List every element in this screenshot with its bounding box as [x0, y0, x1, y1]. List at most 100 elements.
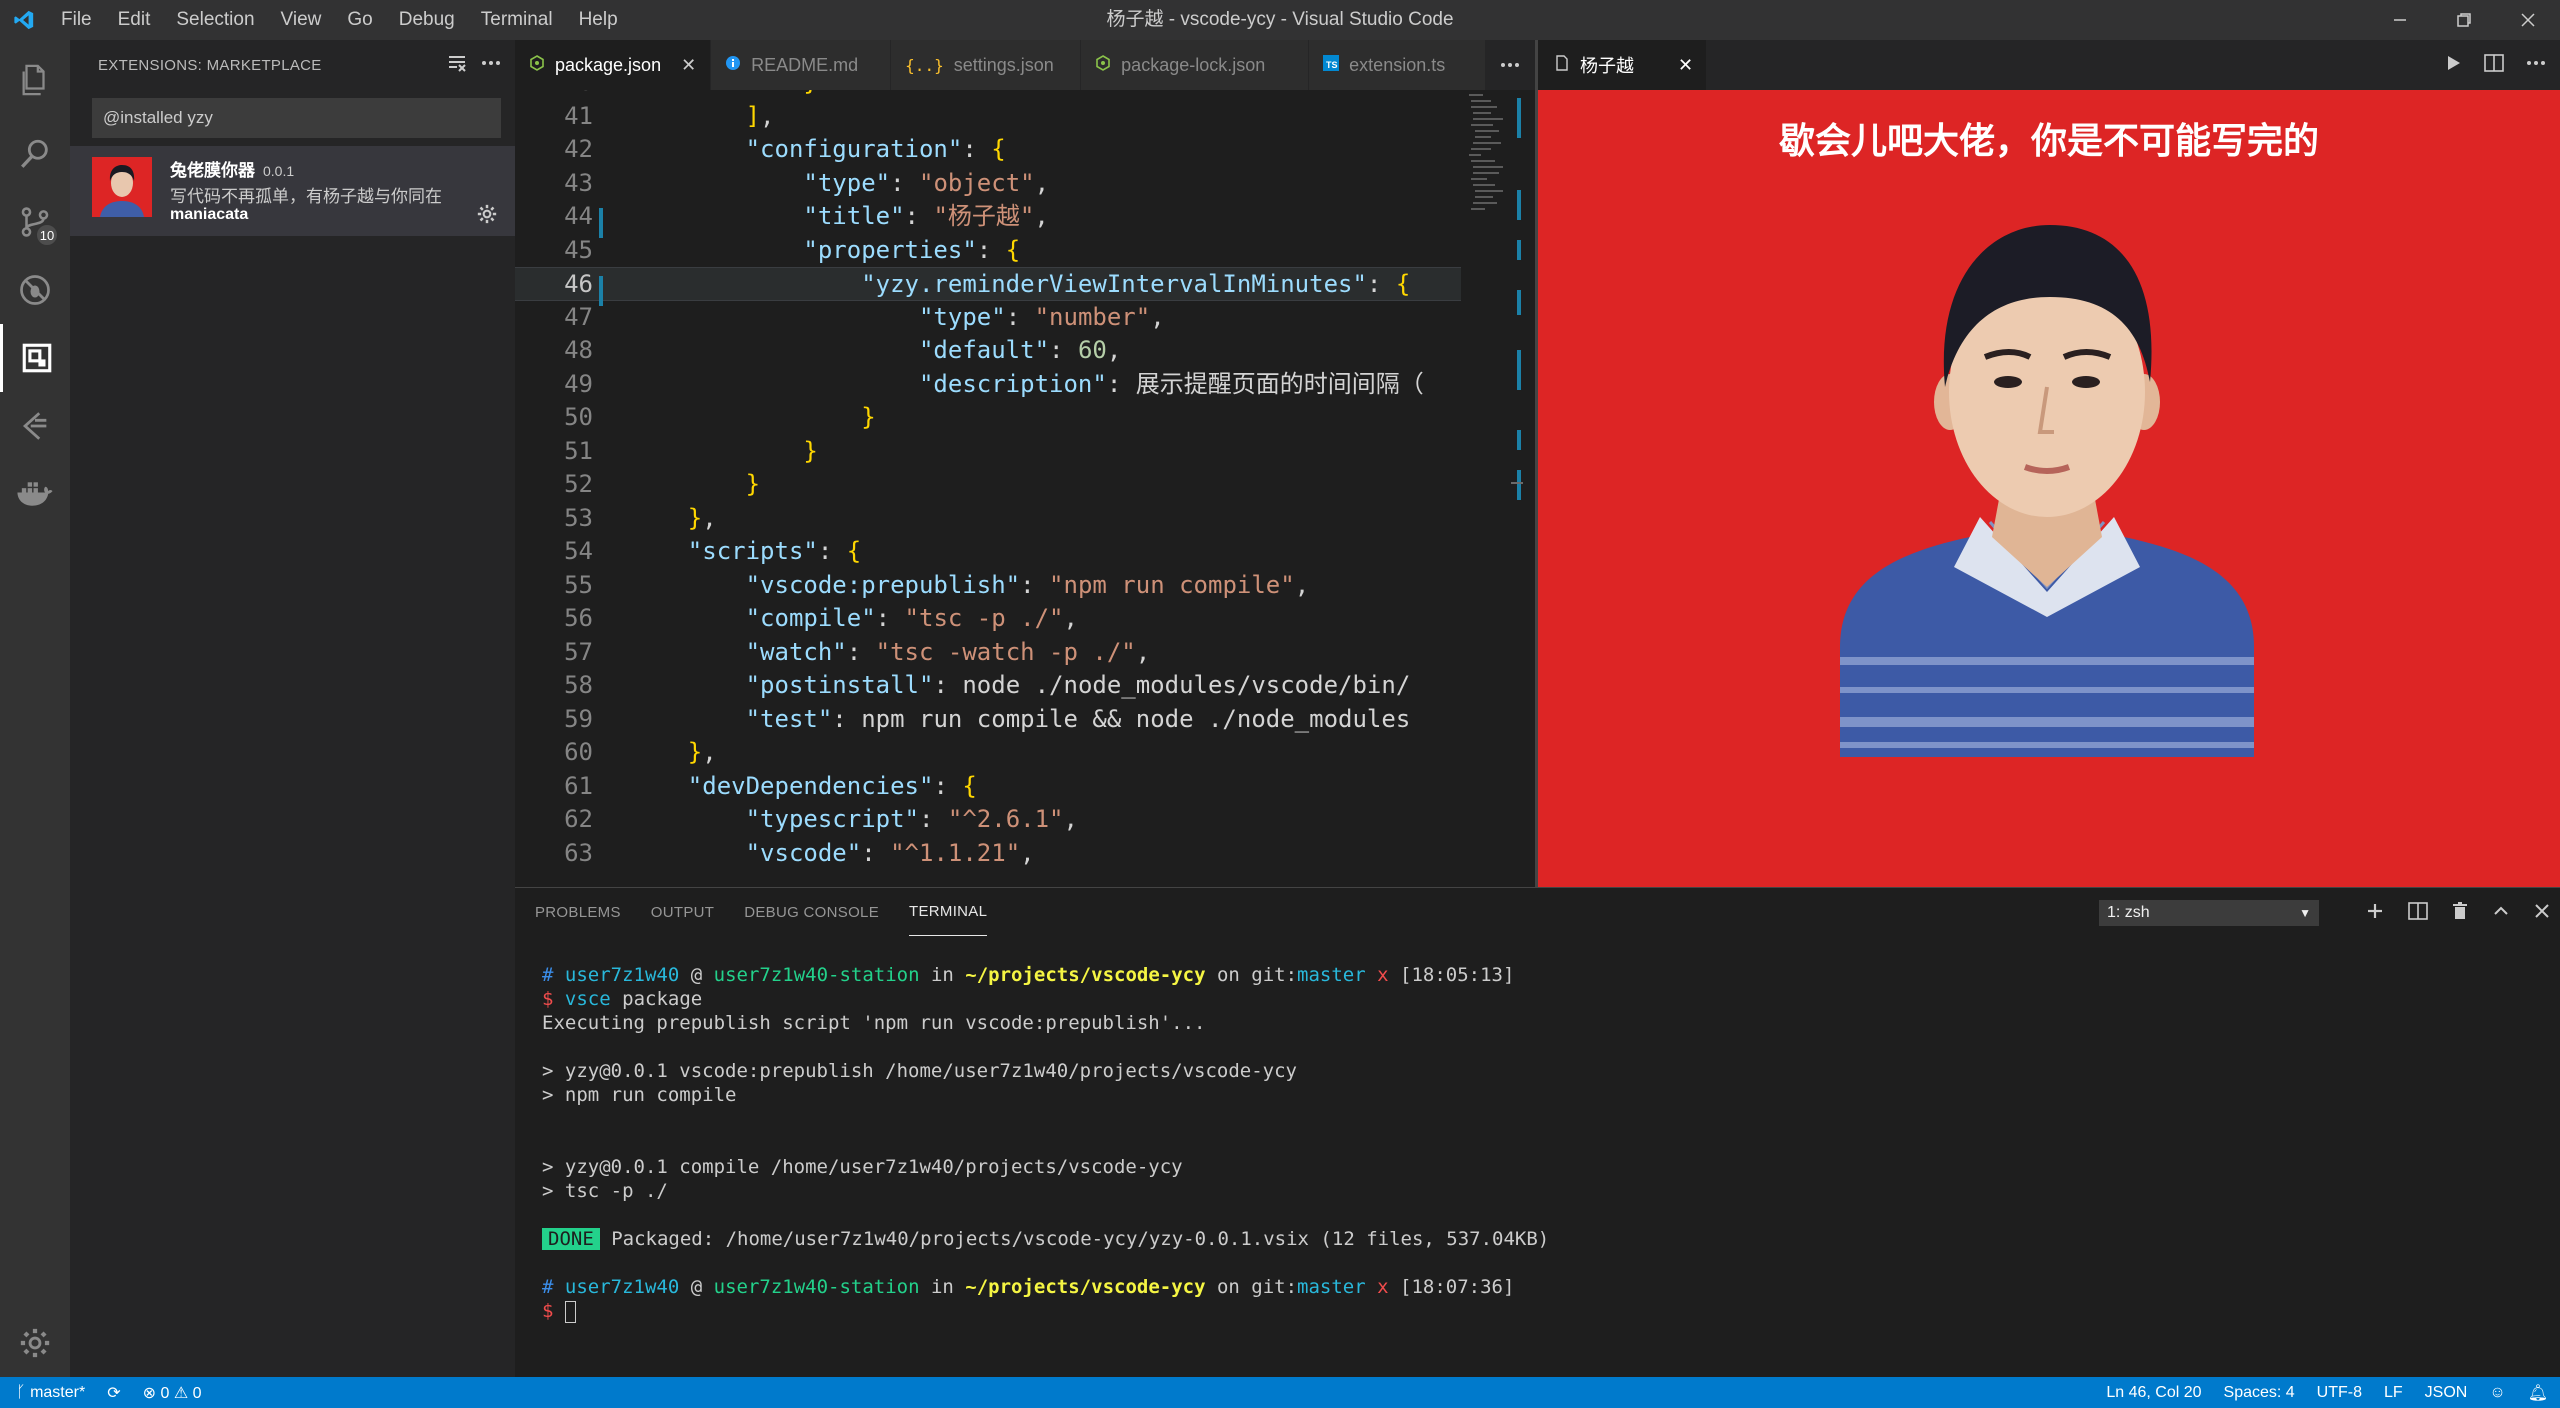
restore-button[interactable]: [2432, 0, 2496, 40]
end-of-line[interactable]: LF: [2384, 1384, 2403, 1402]
tab-readme[interactable]: README.md: [711, 40, 892, 90]
tab-settings-json[interactable]: {..} settings.json: [891, 40, 1082, 90]
extensions-icon[interactable]: [0, 324, 70, 392]
menu-view[interactable]: View: [268, 0, 335, 40]
prompt-time: [18:07:36]: [1400, 1276, 1515, 1298]
language-mode[interactable]: JSON: [2425, 1384, 2468, 1402]
code-line[interactable]: 62 "typescript": "^2.6.1",: [515, 803, 1461, 837]
split-editor-icon[interactable]: [2484, 53, 2504, 77]
code-line[interactable]: 51 }: [515, 435, 1461, 469]
more-actions-icon[interactable]: [2526, 53, 2546, 78]
extension-manage-gear-icon[interactable]: [477, 204, 497, 229]
prompt-hash: #: [542, 1276, 554, 1298]
new-terminal-icon[interactable]: [2366, 902, 2384, 925]
code-line[interactable]: 57 "watch": "tsc -watch -p ./",: [515, 636, 1461, 670]
menu-help[interactable]: Help: [566, 0, 631, 40]
code-text: "properties": {: [803, 235, 1021, 264]
code-line[interactable]: 47 "type": "number",: [515, 301, 1461, 335]
clear-extensions-icon[interactable]: [447, 53, 467, 77]
code-line[interactable]: 58 "postinstall": node ./node_modules/vs…: [515, 669, 1461, 703]
line-number: 49: [564, 369, 593, 398]
source-control-icon[interactable]: 10: [0, 188, 70, 256]
code-line[interactable]: 56 "compile": "tsc -p ./",: [515, 602, 1461, 636]
split-terminal-icon[interactable]: [2408, 901, 2428, 925]
menu-debug[interactable]: Debug: [386, 0, 468, 40]
close-tab-icon[interactable]: ✕: [1678, 55, 1693, 76]
reminder-heading: 歇会儿吧大佬，你是不可能写完的: [1778, 120, 2319, 161]
code-line[interactable]: 63 "vscode": "^1.1.21",: [515, 837, 1461, 871]
prompt-path: ~/projects/vscode-ycy: [965, 1276, 1206, 1298]
docker-icon[interactable]: [0, 460, 70, 528]
tab-terminal[interactable]: TERMINAL: [909, 890, 988, 936]
indentation[interactable]: Spaces: 4: [2224, 1384, 2295, 1402]
git-change-marker: [599, 208, 603, 238]
menu-terminal[interactable]: Terminal: [468, 0, 566, 40]
code-line[interactable]: 49 "description": 展示提醒页面的时间间隔（: [515, 368, 1461, 402]
branch-status[interactable]: ᚴ master*: [16, 1384, 85, 1402]
code-line[interactable]: 55 "vscode:prepublish": "npm run compile…: [515, 569, 1461, 603]
cursor-position[interactable]: Ln 46, Col 20: [2106, 1384, 2201, 1402]
search-icon[interactable]: [0, 120, 70, 188]
code-line[interactable]: 46 "yzy.reminderViewIntervalInMinutes": …: [515, 267, 1461, 301]
line-number: 46: [564, 270, 593, 298]
code-line[interactable]: 61 "devDependencies": {: [515, 770, 1461, 804]
line-number: 50: [564, 403, 593, 431]
tab-webview[interactable]: 杨子越 ✕: [1538, 40, 1706, 90]
more-actions-icon[interactable]: [481, 53, 501, 77]
code-line[interactable]: 48 "default": 60,: [515, 334, 1461, 368]
code-line[interactable]: 50 }: [515, 401, 1461, 435]
code-text: "title": "杨子越",: [803, 202, 1049, 230]
extension-publisher: maniacata: [170, 206, 249, 223]
tab-debug-console[interactable]: DEBUG CONSOLE: [744, 888, 879, 938]
tab-output[interactable]: OUTPUT: [651, 888, 714, 938]
code-editor[interactable]: 40 }41 ],42 "configuration": {43 "type":…: [515, 90, 1535, 887]
close-window-button[interactable]: [2496, 0, 2560, 40]
gitlens-icon[interactable]: [0, 392, 70, 460]
prompt-time: [18:05:13]: [1400, 964, 1515, 986]
code-line[interactable]: 52 }: [515, 468, 1461, 502]
extensions-sidebar: EXTENSIONS: MARKETPLACE @installed yzy 兔…: [70, 40, 515, 1377]
sync-icon[interactable]: ⟳: [107, 1383, 120, 1403]
maximize-panel-icon[interactable]: [2492, 902, 2510, 925]
code-line[interactable]: 45 "properties": {: [515, 234, 1461, 268]
code-line[interactable]: 60 },: [515, 736, 1461, 770]
feedback-smiley-icon[interactable]: ☺: [2489, 1384, 2505, 1402]
minimap[interactable]: [1463, 90, 1527, 887]
menu-go[interactable]: Go: [334, 0, 385, 40]
encoding[interactable]: UTF-8: [2317, 1384, 2362, 1402]
code-line[interactable]: 59 "test": npm run compile && node ./nod…: [515, 703, 1461, 737]
code-line[interactable]: 41 ],: [515, 100, 1461, 134]
tabs-more-icon[interactable]: [1485, 40, 1535, 90]
code-line[interactable]: 54 "scripts": {: [515, 535, 1461, 569]
minimize-button[interactable]: [2368, 0, 2432, 40]
code-text: "postinstall": node ./node_modules/vscod…: [745, 671, 1411, 699]
terminal-output[interactable]: # user7z1w40 @ user7z1w40-station in ~/p…: [542, 963, 1549, 1323]
menu-selection[interactable]: Selection: [163, 0, 267, 40]
code-line[interactable]: 53 },: [515, 502, 1461, 536]
problems-status[interactable]: ⊗ 0 ⚠ 0: [143, 1383, 202, 1403]
notifications-bell-icon[interactable]: 🔔︎: [2528, 1383, 2548, 1403]
code-line[interactable]: 40 }: [515, 90, 1461, 100]
terminal-select[interactable]: 1: zsh ▼: [2099, 900, 2319, 926]
trash-icon[interactable]: [2452, 901, 2468, 925]
explorer-icon[interactable]: [0, 40, 70, 120]
settings-gear-icon[interactable]: [0, 1309, 70, 1377]
close-tab-icon[interactable]: ✕: [681, 55, 696, 76]
code-line[interactable]: 43 "type": "object",: [515, 167, 1461, 201]
debug-icon[interactable]: [0, 256, 70, 324]
webview-tabs: 杨子越 ✕: [1538, 40, 2560, 90]
tab-extension-ts[interactable]: TS extension.ts: [1309, 40, 1500, 90]
code-line[interactable]: 42 "configuration": {: [515, 133, 1461, 167]
extensions-search-input[interactable]: @installed yzy: [92, 98, 501, 138]
menu-file[interactable]: File: [48, 0, 105, 40]
line-number: 40: [515, 90, 593, 100]
tab-problems[interactable]: PROBLEMS: [535, 888, 621, 938]
close-panel-icon[interactable]: [2534, 903, 2550, 924]
extension-list-item[interactable]: 兔佬膜你器 0.0.1 写代码不再孤单，有杨子越与你同在 maniacata: [70, 146, 515, 236]
code-line[interactable]: 44 "title": "杨子越",: [515, 200, 1461, 234]
title-bar: File Edit Selection View Go Debug Termin…: [0, 0, 2560, 40]
tab-package-lock-json[interactable]: package-lock.json: [1081, 40, 1310, 90]
run-icon[interactable]: [2444, 54, 2462, 77]
tab-package-json[interactable]: package.json ✕: [515, 40, 712, 90]
menu-edit[interactable]: Edit: [105, 0, 164, 40]
